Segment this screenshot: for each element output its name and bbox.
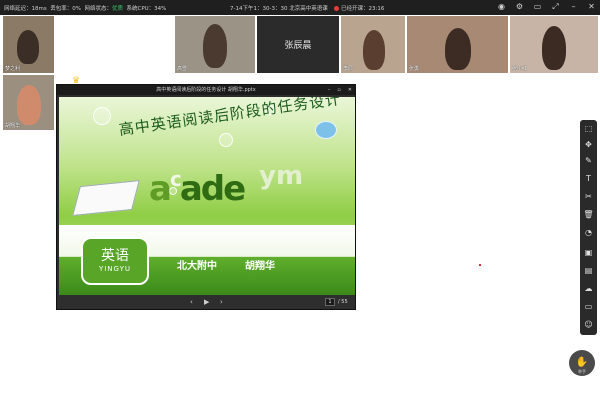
next-slide-icon[interactable]: › — [220, 298, 223, 306]
network-quality-value: 优质 — [111, 6, 123, 12]
participant-video — [203, 24, 227, 68]
play-icon[interactable]: ▶ — [204, 298, 209, 306]
pointer-dot — [479, 264, 481, 266]
presentation-filename: 高中英语阅读后阶段的任务设计 胡翔华.pptx — [156, 87, 256, 93]
chat-icon[interactable]: ▤ — [580, 264, 597, 278]
session-title: 7-14下午1：30-3：30 北京高中英语课 — [230, 6, 328, 12]
participant-name: 张小红 — [512, 66, 528, 72]
network-quality-label: 网络状态： — [84, 6, 112, 12]
participant-video — [17, 85, 41, 125]
class-timer: 已经开课：23:16 — [334, 4, 384, 12]
participant-name: 高雪 — [177, 66, 188, 72]
book-illustration — [72, 180, 140, 216]
bubble-decoration — [219, 133, 233, 147]
folder-icon[interactable]: ▭ — [580, 300, 597, 314]
presentation-window[interactable]: 高中英语阅读后阶段的任务设计 胡翔华.pptx – ▫ ✕ 高中英语阅读后阶段的… — [56, 84, 356, 310]
slide-canvas: 高中英语阅读后阶段的任务设计 acade ym 英语 YINGYU 北大附中 胡… — [59, 97, 355, 295]
video-tile-1[interactable]: 梦之利 — [3, 16, 54, 73]
raise-hand-button[interactable]: ✋ 举手 — [569, 350, 595, 376]
cut-icon[interactable]: ✂ — [580, 190, 597, 204]
participant-name: 张勇 — [409, 66, 420, 72]
cloud-icon[interactable]: ☁ — [580, 282, 597, 296]
author-name: 胡翔华 — [245, 261, 275, 272]
video-tile-6[interactable]: 张小红 — [510, 16, 598, 73]
logo-english: YINGYU — [98, 265, 132, 273]
close-icon[interactable]: ✕ — [587, 2, 596, 11]
participant-video — [445, 28, 471, 70]
video-tile-3[interactable]: 张辰晨 — [257, 16, 339, 73]
bubble-decoration — [93, 107, 111, 125]
letter-a: a — [149, 169, 172, 209]
select-icon[interactable]: ⬚ — [580, 122, 597, 136]
minimize-icon[interactable]: – — [328, 85, 331, 95]
current-page-input[interactable]: 1 — [325, 298, 335, 306]
participant-video — [17, 30, 39, 64]
drawing-toolbar: ⬚ ✥ ✎ T ✂ 🗑 ◔ ▣ ▤ ☁ ▭ ☺ — [580, 120, 597, 335]
school-name: 北大附中 — [177, 261, 217, 272]
network-stats: 网络延迟：18ms 丢包率：0% 网络状态：优质 系统CPU：34% — [4, 4, 166, 12]
participant-name: 胡翔华 — [5, 123, 21, 129]
user-icon[interactable]: ☺ — [580, 318, 597, 332]
delete-icon[interactable]: 🗑 — [580, 208, 597, 222]
layout-icon[interactable]: ▭ — [533, 2, 542, 11]
decorative-letters: acade — [149, 167, 246, 209]
top-status-bar: 网络延迟：18ms 丢包率：0% 网络状态：优质 系统CPU：34% 7-14下… — [0, 0, 600, 15]
logo-chinese: 英语 — [101, 248, 129, 264]
raise-hand-label: 举手 — [578, 369, 586, 374]
close-icon[interactable]: ✕ — [348, 85, 352, 95]
participant-name: 李辰 — [343, 66, 354, 72]
hand-icon: ✋ — [575, 357, 589, 368]
fullscreen-icon[interactable]: ⤢ — [551, 2, 560, 11]
recording-dot-icon — [334, 6, 339, 11]
move-icon[interactable]: ✥ — [580, 138, 597, 152]
class-timer-text: 已经开课：23:16 — [341, 6, 385, 12]
globe-icon — [315, 121, 337, 139]
video-tile-4[interactable]: 李辰 — [341, 16, 405, 73]
letters-ade: ade — [179, 169, 246, 209]
yingyu-logo: 英语 YINGYU — [81, 237, 149, 285]
restore-icon[interactable]: ▫ — [337, 85, 340, 95]
cpu-text: 系统CPU：34% — [126, 6, 167, 12]
previous-slide-icon[interactable]: ‹ — [190, 298, 193, 306]
letter-c: c — [169, 167, 182, 191]
slide-navigation-bar: ‹ ▶ › 1 / 55 — [57, 295, 355, 309]
latency-text: 网络延迟：18ms — [4, 6, 47, 12]
participant-name: 梦之利 — [5, 66, 21, 72]
video-tile-teacher[interactable]: 胡翔华 — [3, 75, 54, 130]
decorative-letters-ym: ym — [259, 161, 304, 191]
pen-icon[interactable]: ✎ — [580, 154, 597, 168]
participant-video — [363, 30, 385, 70]
presentation-window-buttons: – ▫ ✕ — [328, 85, 352, 95]
settings-icon[interactable]: ⚙ — [515, 2, 524, 11]
camera-icon[interactable]: ◉ — [497, 2, 506, 11]
presentation-titlebar[interactable]: 高中英语阅读后阶段的任务设计 胡翔华.pptx – ▫ ✕ — [57, 85, 355, 95]
video-tile-5[interactable]: 张勇 — [407, 16, 508, 73]
total-pages: / 55 — [338, 299, 348, 305]
participant-name-placeholder: 张辰晨 — [284, 41, 312, 51]
packet-loss-text: 丢包率：0% — [50, 6, 81, 12]
window-controls: ◉ ⚙ ▭ ⤢ – ✕ — [497, 2, 596, 11]
minimize-icon[interactable]: – — [569, 2, 578, 11]
image-icon[interactable]: ▣ — [580, 246, 597, 260]
video-tile-2[interactable]: 高雪 — [175, 16, 255, 73]
participant-video — [542, 26, 566, 70]
text-icon[interactable]: T — [580, 172, 597, 186]
record-icon[interactable]: ◔ — [580, 226, 597, 240]
